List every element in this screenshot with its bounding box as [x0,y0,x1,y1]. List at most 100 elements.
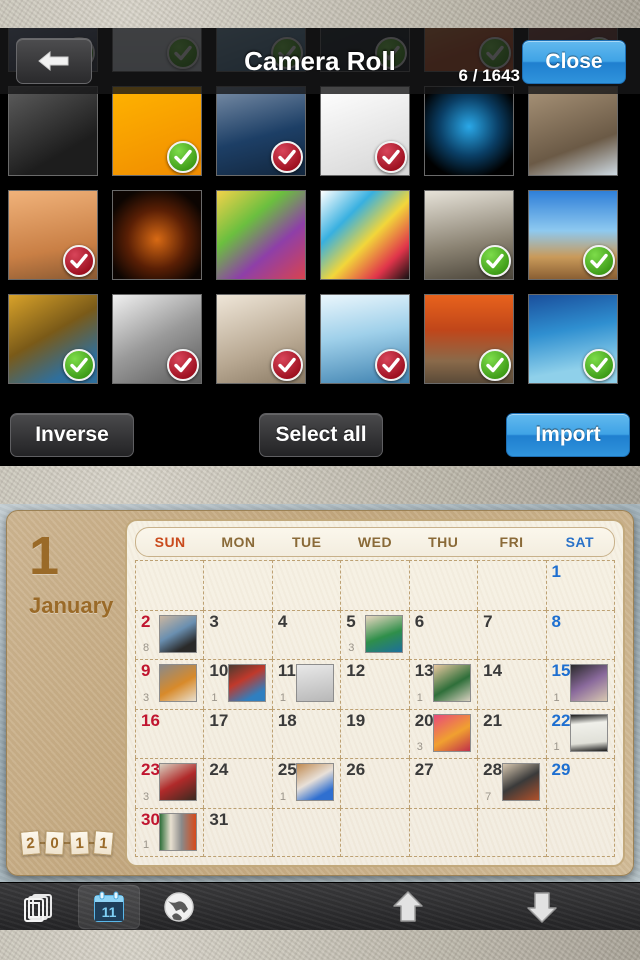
calendar-day-cell[interactable]: 10 1 [203,659,272,709]
calendar-day-cell[interactable]: 30 1 [135,807,204,857]
photo-thumbnail[interactable] [528,86,618,176]
day-thumbnail[interactable] [227,664,266,702]
download-button[interactable] [512,885,572,929]
photo-thumbnail[interactable] [320,190,410,280]
calendar-day-cell[interactable]: 29 [545,758,615,808]
photo-thumbnail[interactable] [112,86,202,176]
photo-thumbnail[interactable] [424,294,514,384]
selection-badge-red[interactable] [63,245,95,277]
photo-thumbnail[interactable] [424,190,514,280]
photo-count: 1 [211,691,218,704]
photo-thumbnail[interactable] [528,294,618,384]
calendar-day-cell[interactable]: 23 3 [135,758,204,808]
calendar-day-cell[interactable]: 53 [340,609,409,659]
calendar-day-cell[interactable]: 22 1 [545,708,615,758]
day-thumbnail[interactable] [159,614,198,653]
calendar-day-cell[interactable]: 20 3 [408,708,478,758]
day-thumbnail-image [160,813,197,850]
photo-thumbnail[interactable] [8,294,98,384]
calendar-day-cell[interactable]: 26 [340,758,409,808]
selection-badge-green[interactable] [583,245,615,277]
calendar-day-cell[interactable]: 7 [477,609,546,659]
inverse-button[interactable]: Inverse [10,413,134,457]
selection-badge-green[interactable] [479,349,511,381]
selection-badge-green[interactable] [167,141,199,173]
calendar-day-cell[interactable]: 24 [203,758,272,808]
dow-label-sun: SUN [154,534,186,550]
calendar-day-cell[interactable]: 18 [271,708,341,758]
calendar-day-cell[interactable]: 28 [135,609,204,659]
calendar-day-cell[interactable]: 8 [545,609,615,659]
tab-calendar[interactable]: 11 [78,884,140,929]
day-thumbnail[interactable] [159,763,198,801]
calendar-weeks[interactable]: 1 2 8 3 4 5 3 6 7 8 9 3 10 1 11 1 12 13 1 14 15 1 16 17 18 19 20 3 2… [135,560,615,857]
select-all-button[interactable]: Select all [259,413,383,457]
selection-badge-green[interactable] [479,245,511,277]
day-thumbnail-image [160,665,197,701]
selection-badge-red[interactable] [375,141,407,173]
picker-header: Camera Roll 6 / 1643 Close [0,28,640,94]
calendar-day-cell[interactable]: 6 [408,609,478,659]
selection-badge-green[interactable] [583,349,615,381]
photo-thumbnail[interactable] [112,294,202,384]
calendar-day-cell[interactable]: 14 [477,659,546,709]
day-thumbnail[interactable] [433,713,472,752]
calendar-day-cell[interactable]: 93 [135,659,204,709]
selection-badge-red[interactable] [167,349,199,381]
day-thumbnail[interactable] [501,763,540,801]
calendar-empty-cell [340,560,409,610]
calendar-day-cell[interactable]: 16 [135,708,204,758]
day-thumbnail[interactable] [569,713,608,752]
calendar-day-cell[interactable]: 15 1 [545,659,615,709]
calendar-day-cell[interactable]: 28 7 [477,758,546,808]
photo-thumbnail[interactable] [112,190,202,280]
calendar-day-cell[interactable]: 13 1 [408,659,478,709]
calendar-empty-cell [477,807,546,857]
calendar-day-cell[interactable]: 11 1 [271,659,341,709]
day-number: 1 [551,562,561,581]
day-thumbnail[interactable] [159,812,198,851]
photo-image [113,191,201,279]
photo-thumbnail[interactable] [528,190,618,280]
photo-thumbnail[interactable] [8,190,98,280]
day-number: 29 [551,760,571,779]
day-thumbnail[interactable] [569,664,608,702]
calendar-day-cell[interactable]: 17 [203,708,272,758]
photo-thumbnail[interactable] [216,86,306,176]
day-number: 20 [414,710,434,730]
photo-thumbnail[interactable] [216,190,306,280]
upload-button[interactable] [378,885,438,929]
photo-image [425,87,513,175]
tab-globe[interactable] [148,885,210,929]
calendar-day-cell[interactable]: 25 1 [271,758,341,808]
close-button[interactable]: Close [522,40,626,84]
import-button[interactable]: Import [506,413,630,457]
photo-thumbnail[interactable] [216,294,306,384]
calendar-empty-cell [408,560,478,610]
calendar-day-cell[interactable]: 19 [340,708,409,758]
calendar-day-cell[interactable]: 12 [340,659,409,709]
calendar-day-cell[interactable]: 1 [545,560,615,610]
selection-badge-red[interactable] [375,349,407,381]
photo-thumbnail[interactable] [424,86,514,176]
photo-thumbnail[interactable] [8,86,98,176]
calendar-day-cell[interactable]: 31 [203,807,272,857]
selection-badge-red[interactable] [271,349,303,381]
day-thumbnail[interactable] [296,664,335,702]
selection-badge-green[interactable] [63,349,95,381]
selection-badge-red[interactable] [271,141,303,173]
calendar-week-row: 283453678 [135,609,615,659]
calendar-day-cell[interactable]: 27 [408,758,478,808]
day-thumbnail[interactable] [433,664,472,702]
calendar-day-cell[interactable]: 4 [271,609,341,659]
day-thumbnail[interactable] [296,763,335,801]
tab-albums[interactable] [8,885,70,929]
photo-thumbnail[interactable] [320,294,410,384]
day-thumbnail[interactable] [159,664,198,702]
back-button[interactable] [16,38,92,84]
photo-thumbnail[interactable] [320,86,410,176]
year-digit-tile: 0 [44,830,65,856]
calendar-day-cell[interactable]: 3 [203,609,272,659]
day-thumbnail[interactable] [364,614,403,653]
calendar-day-cell[interactable]: 21 [477,708,546,758]
